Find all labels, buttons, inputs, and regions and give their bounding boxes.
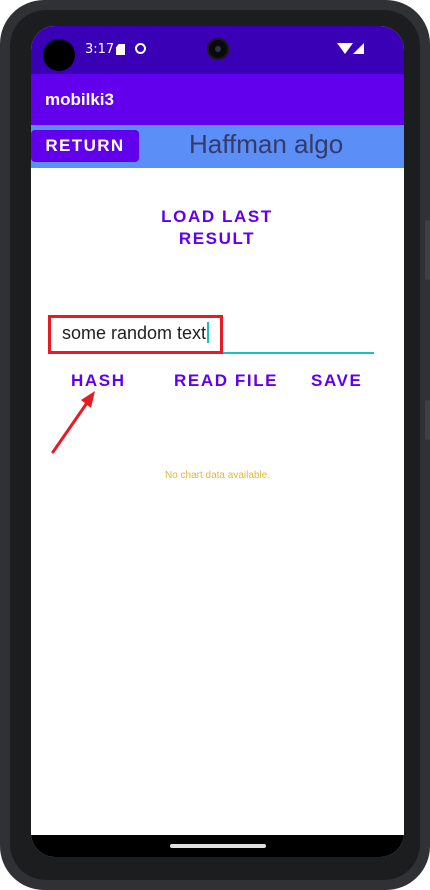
home-gesture-handle[interactable]: [170, 844, 266, 848]
wifi-icon: [337, 43, 353, 54]
app-title: mobilki3: [45, 90, 114, 109]
annotation-arrow-icon: [51, 391, 95, 454]
load-last-result-label-line1: LOAD LAST: [161, 207, 273, 226]
highlight-annotation-box: [48, 315, 223, 354]
header-row: RETURN Haffman algo: [31, 125, 404, 168]
volume-button: [425, 220, 430, 280]
front-camera: [207, 38, 229, 60]
load-last-result-button[interactable]: LOAD LAST RESULT: [117, 206, 317, 250]
return-button[interactable]: RETURN: [31, 130, 139, 162]
signal-icon: [353, 43, 364, 54]
status-time: 3:17: [85, 42, 115, 57]
phone-screen: 3:17 mobilki3 RETURN Haffman algo LOAD L…: [31, 26, 404, 857]
read-file-button[interactable]: READ FILE: [174, 371, 278, 391]
save-button[interactable]: SAVE: [311, 371, 362, 391]
camera-cutout: [43, 39, 75, 71]
load-last-result-label-line2: RESULT: [178, 229, 256, 248]
app-bar: mobilki3: [31, 74, 404, 125]
power-button: [425, 400, 430, 440]
data-saver-icon: [135, 43, 146, 54]
status-bar: 3:17: [31, 26, 404, 74]
sd-card-icon: [116, 44, 125, 55]
navigation-bar: [31, 835, 404, 857]
page-title: Haffman algo: [189, 129, 344, 159]
chart-placeholder-text: No chart data available.: [164, 470, 271, 481]
